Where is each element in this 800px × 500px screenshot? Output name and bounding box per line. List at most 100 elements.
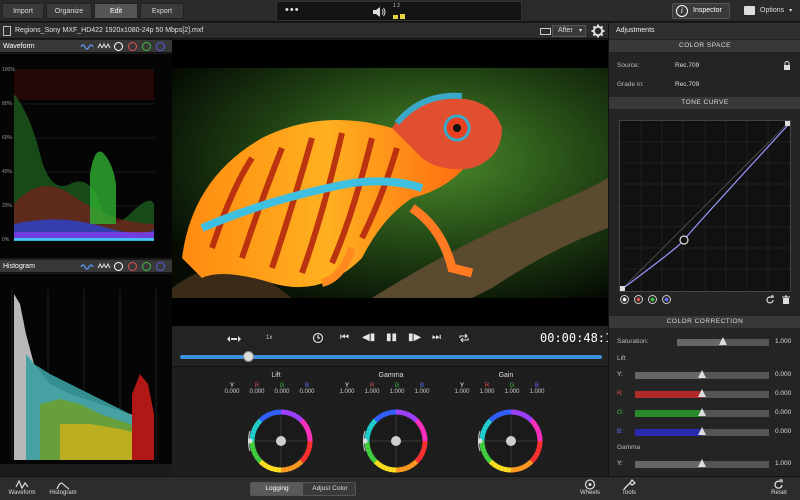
- color-wheel[interactable]: [248, 408, 314, 474]
- top-bar: Import Organize Edit Export ••• 1 2 i In…: [0, 0, 800, 22]
- histogram-header: Histogram: [0, 260, 172, 273]
- saturation-slider[interactable]: [677, 337, 769, 346]
- saturation-value[interactable]: 1.000: [775, 338, 791, 345]
- channel-value[interactable]: 1.000: [411, 389, 433, 395]
- go-to-end-icon[interactable]: ⏭: [432, 332, 441, 343]
- options-button[interactable]: Options ▾: [742, 3, 798, 19]
- waveform-graphic: [12, 69, 155, 241]
- lock-icon[interactable]: [783, 61, 791, 70]
- channel-value[interactable]: 1.000: [451, 389, 473, 395]
- tab-export[interactable]: Export: [140, 3, 184, 19]
- step-forward-icon[interactable]: ▮▶: [408, 332, 421, 343]
- channel-slider[interactable]: [635, 389, 769, 398]
- playhead-handle[interactable]: [242, 351, 254, 362]
- channel-red-toggle[interactable]: [128, 42, 137, 51]
- inspector-button[interactable]: i Inspector: [672, 3, 730, 19]
- overlay-wave-icon[interactable]: [80, 42, 94, 51]
- channel-value[interactable]: 0.000: [221, 389, 243, 395]
- step-back-icon[interactable]: ◀▮: [362, 332, 375, 343]
- trash-icon[interactable]: [781, 295, 791, 305]
- wheels-toggle-button[interactable]: Wheels: [574, 477, 606, 500]
- jog-shuttle-icon[interactable]: [226, 335, 242, 343]
- loop-timer-icon[interactable]: [312, 332, 324, 344]
- curve-channel-green[interactable]: [648, 295, 657, 304]
- loop-icon[interactable]: [458, 333, 470, 343]
- color-correction-header[interactable]: COLOR CORRECTION: [609, 316, 800, 328]
- gear-icon[interactable]: [591, 24, 605, 38]
- reset-curve-icon[interactable]: [765, 295, 775, 305]
- channel-slider[interactable]: [635, 427, 769, 436]
- color-wheels-panel: Lift Y 0.000 R 0.000 G 0.000 B 0.000 Gamma Y…: [172, 366, 608, 476]
- pause-icon[interactable]: ▮▮: [386, 332, 397, 343]
- channel-value[interactable]: 1.000: [386, 389, 408, 395]
- wheel-title: Gamma: [378, 372, 404, 379]
- channel-white-toggle[interactable]: [114, 262, 123, 271]
- tab-organize[interactable]: Organize: [46, 3, 92, 19]
- channel-slider-thumb[interactable]: [698, 408, 706, 416]
- more-menu-icon[interactable]: •••: [285, 4, 300, 16]
- saturation-thumb[interactable]: [719, 337, 727, 345]
- reset-button[interactable]: Reset: [764, 477, 794, 500]
- view-mode-select[interactable]: After ▾: [552, 25, 586, 37]
- channel-slider-thumb[interactable]: [698, 459, 706, 467]
- channel-slider-value[interactable]: 0.000: [775, 371, 791, 378]
- channel-value[interactable]: 1.000: [526, 389, 548, 395]
- curve-channel-blue[interactable]: [662, 295, 671, 304]
- channel-blue-toggle[interactable]: [156, 262, 165, 271]
- grade-in-value[interactable]: Rec.709: [675, 81, 699, 88]
- channel-slider[interactable]: [635, 459, 769, 468]
- histogram-icon: [56, 482, 70, 490]
- playback-speed[interactable]: 1x: [266, 335, 272, 341]
- channel-value[interactable]: 1.000: [361, 389, 383, 395]
- channel-slider-fill: [635, 410, 702, 417]
- channel-slider-row: Y: 1.000: [609, 458, 800, 470]
- waveform-header: Waveform: [0, 40, 172, 53]
- tone-curve-graph[interactable]: [619, 120, 791, 292]
- parade-wave-icon[interactable]: [97, 262, 111, 271]
- channel-blue-toggle[interactable]: [156, 42, 165, 51]
- histogram-toggle-button[interactable]: Histogram: [44, 477, 82, 500]
- overlay-wave-icon[interactable]: [80, 262, 94, 271]
- tone-curve-header[interactable]: TONE CURVE: [609, 97, 800, 109]
- video-viewer[interactable]: [172, 40, 608, 326]
- go-to-start-icon[interactable]: ⏮: [340, 332, 349, 343]
- tab-edit[interactable]: Edit: [94, 3, 138, 19]
- wheels-icon: [584, 479, 596, 490]
- adjustments-panel: Adjustments COLOR SPACE Source: Rec.709 …: [608, 23, 800, 476]
- curve-channel-red[interactable]: [634, 295, 643, 304]
- channel-value[interactable]: 0.000: [296, 389, 318, 395]
- channel-slider-thumb[interactable]: [698, 427, 706, 435]
- channel-slider-value[interactable]: 1.000: [775, 460, 791, 467]
- color-wheel[interactable]: [363, 408, 429, 474]
- channel-value[interactable]: 0.000: [271, 389, 293, 395]
- channel-value[interactable]: 1.000: [501, 389, 523, 395]
- channel-white-toggle[interactable]: [114, 42, 123, 51]
- channel-slider-thumb[interactable]: [698, 389, 706, 397]
- channel-value[interactable]: 1.000: [336, 389, 358, 395]
- compare-view-icon[interactable]: [540, 28, 551, 35]
- channel-slider-value[interactable]: 0.000: [775, 409, 791, 416]
- speaker-icon[interactable]: [372, 6, 386, 18]
- color-space-header[interactable]: COLOR SPACE: [609, 40, 800, 52]
- adjust-color-mode-button[interactable]: Adjust Color: [304, 483, 356, 495]
- tab-import[interactable]: Import: [2, 3, 44, 19]
- channel-value[interactable]: 1.000: [476, 389, 498, 395]
- channel-slider-thumb[interactable]: [698, 370, 706, 378]
- channel-value[interactable]: 0.000: [246, 389, 268, 395]
- tools-button[interactable]: Tools: [612, 477, 646, 500]
- waveform-toggle-button[interactable]: Waveform: [4, 477, 40, 500]
- source-value[interactable]: Rec.709: [675, 62, 699, 69]
- channel-slider[interactable]: [635, 408, 769, 417]
- channel-green-toggle[interactable]: [142, 42, 151, 51]
- curve-channel-white[interactable]: [620, 295, 629, 304]
- parade-wave-icon[interactable]: [97, 42, 111, 51]
- channel-slider-value[interactable]: 0.000: [775, 428, 791, 435]
- channel-green-toggle[interactable]: [142, 262, 151, 271]
- channel-slider[interactable]: [635, 370, 769, 379]
- color-wheel[interactable]: [478, 408, 544, 474]
- channel-slider-label: G:: [617, 409, 624, 416]
- channel-red-toggle[interactable]: [128, 262, 137, 271]
- channel-slider-value[interactable]: 0.000: [775, 390, 791, 397]
- tools-icon: [623, 479, 636, 490]
- logging-mode-button[interactable]: Logging: [251, 483, 303, 495]
